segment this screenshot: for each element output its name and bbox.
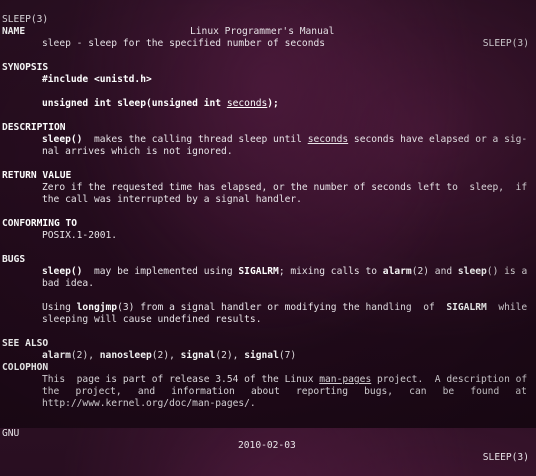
colophon-url[interactable]: http://www.kernel.org/doc/man-pages/. xyxy=(42,398,256,410)
bugs-fn-sleep-2: sleep xyxy=(457,266,487,277)
colophon-word: about xyxy=(250,386,280,397)
colophon-word: information xyxy=(171,386,235,397)
section-heading-return-value: RETURN VALUE xyxy=(2,170,72,181)
bugs-fn-longjmp: longjmp xyxy=(76,302,118,313)
see-also-item-nanosleep: nanosleep xyxy=(99,350,152,361)
see-also-sep: , xyxy=(232,350,245,361)
man-footer: GNU 2010-02-03 SLEEP(3) xyxy=(0,416,536,463)
colophon-word: the xyxy=(42,386,60,397)
see-also-sep: , xyxy=(88,350,100,361)
bugs-p1-line-2: bad idea. xyxy=(42,278,94,289)
header-left: SLEEP(3) xyxy=(2,14,49,25)
header-right: SLEEP(3) xyxy=(482,38,529,49)
prototype-prefix: unsigned int sleep(unsigned int xyxy=(42,98,227,109)
section-heading-see-also: SEE ALSO xyxy=(2,338,49,349)
bugs-fn-sleep: sleep() xyxy=(42,266,83,277)
colophon-word: project, xyxy=(75,386,122,397)
background-vignette xyxy=(0,0,536,428)
colophon-word: reporting xyxy=(296,386,348,397)
terminal-window[interactable]: SLEEP(3) Linux Programmer's Manual SLEEP… xyxy=(0,0,536,463)
man-header: SLEEP(3) Linux Programmer's Manual SLEEP… xyxy=(0,2,536,49)
header-title: Linux Programmer's Manual xyxy=(190,26,335,37)
colophon-word: can xyxy=(409,386,427,397)
see-also-item-signal-7: signal xyxy=(244,350,279,361)
description-line-2: nal arrives which is not ignored. xyxy=(42,146,233,157)
prototype-suffix: ); xyxy=(267,98,279,109)
prototype-arg: seconds xyxy=(226,98,268,109)
section-heading-description: DESCRIPTION xyxy=(2,122,66,133)
colophon-text-b: project. A description of xyxy=(371,374,528,385)
colophon-text-a: This page is part of release 3.54 of the… xyxy=(42,374,320,385)
colophon-man-pages: man-pages xyxy=(319,374,372,385)
colophon-word: bugs, xyxy=(364,386,394,397)
footer-date: 2010-02-03 xyxy=(238,440,296,451)
see-also-sect: (2) xyxy=(151,350,170,361)
synopsis-prototype: unsigned int sleep(unsigned int seconds)… xyxy=(42,98,279,110)
colophon-line-2: the project, and information about repor… xyxy=(42,386,527,398)
bugs-p2-line-1: Using longjmp(3) from a signal handler o… xyxy=(42,302,527,314)
bugs-sigalrm: SIGALRM xyxy=(238,266,279,277)
description-text-a: makes the calling thread sleep until xyxy=(82,134,308,145)
footer-right: SLEEP(3) xyxy=(482,452,529,463)
section-heading-conforming: CONFORMING TO xyxy=(2,218,78,229)
synopsis-include: #include <unistd.h> xyxy=(42,74,152,85)
bugs-text-c: (2) and xyxy=(411,266,458,277)
bugs-p2-text-a: Using xyxy=(42,302,77,313)
see-also-sect: (2) xyxy=(70,350,89,361)
colophon-word: be xyxy=(442,386,455,397)
bugs-p2-line-2: sleeping will cause undefined results. xyxy=(42,314,262,325)
bugs-text-b: ; mixing calls to xyxy=(278,266,383,277)
section-heading-bugs: BUGS xyxy=(2,254,26,265)
colophon-line-1: This page is part of release 3.54 of the… xyxy=(42,374,527,386)
description-text-b: seconds have elapsed or a sig- xyxy=(348,134,528,145)
see-also-sect: (2) xyxy=(215,350,233,361)
bugs-p2-sigalrm: SIGALRM xyxy=(446,302,487,313)
see-also-sep: , xyxy=(169,350,181,361)
conforming-text: POSIX.1-2001. xyxy=(42,230,118,241)
return-value-line-2: the call was interrupted by a signal han… xyxy=(42,194,302,205)
see-also-item-alarm: alarm xyxy=(42,350,71,361)
colophon-word: and xyxy=(137,386,156,397)
section-heading-colophon: COLOPHON xyxy=(2,362,49,373)
see-also-item-signal: signal xyxy=(180,350,216,361)
bugs-p2-text-b: (3) from a signal handler or modifying t… xyxy=(117,302,447,313)
bugs-fn-alarm: alarm xyxy=(382,266,412,277)
return-value-line-1: Zero if the requested time has elapsed, … xyxy=(42,182,528,193)
section-heading-synopsis: SYNOPSIS xyxy=(2,62,49,73)
bugs-p1-line-1: sleep() may be implemented using SIGALRM… xyxy=(42,266,527,278)
section-heading-name: NAME xyxy=(2,26,26,37)
colophon-word: found xyxy=(470,386,500,397)
bugs-p2-text-c: while xyxy=(486,302,528,313)
see-also-list: alarm(2), nanosleep(2), signal(2), signa… xyxy=(42,350,296,362)
description-arg: seconds xyxy=(307,134,349,145)
footer-left: GNU xyxy=(2,428,20,439)
colophon-word: at xyxy=(515,386,527,397)
bugs-text-d: () is a xyxy=(486,266,528,277)
bugs-text-a: may be implemented using xyxy=(82,266,239,277)
description-fn: sleep() xyxy=(42,134,83,145)
description-line-1: sleep() makes the calling thread sleep u… xyxy=(42,134,527,146)
name-text: sleep - sleep for the specified number o… xyxy=(42,38,326,49)
see-also-sect: (7) xyxy=(278,350,297,361)
